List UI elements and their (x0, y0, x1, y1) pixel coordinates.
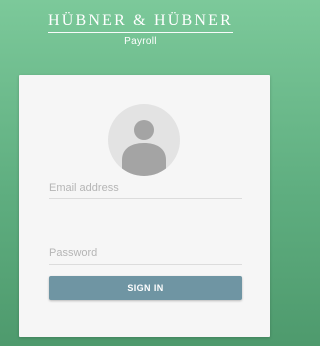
brand-logo-text: HÜBNER & HÜBNER (47, 12, 233, 33)
brand-header: HÜBNER & HÜBNER Payroll (0, 12, 281, 48)
password-field (49, 241, 242, 265)
email-field (49, 175, 242, 199)
sign-in-button[interactable]: SIGN IN (49, 276, 242, 300)
brand-subtitle: Payroll (124, 36, 157, 47)
user-avatar-icon (108, 104, 180, 176)
password-input[interactable] (49, 242, 242, 264)
user-silhouette-icon (122, 120, 166, 176)
login-card: SIGN IN (19, 75, 270, 337)
email-input[interactable] (49, 177, 242, 199)
